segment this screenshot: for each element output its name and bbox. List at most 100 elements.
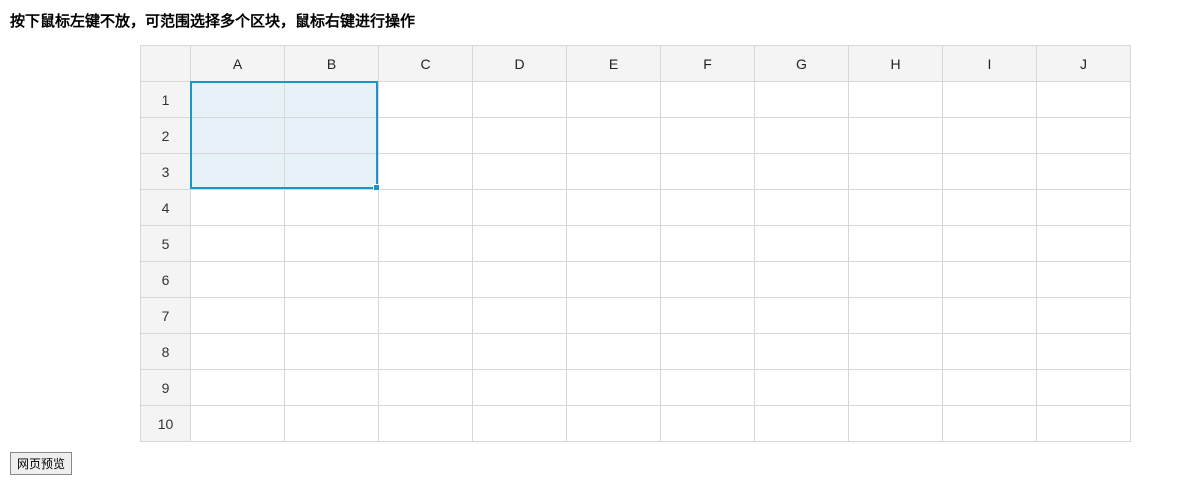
cell-C8[interactable]: [379, 334, 473, 370]
cell-E2[interactable]: [567, 118, 661, 154]
web-preview-button[interactable]: 网页预览: [10, 452, 72, 475]
cell-C7[interactable]: [379, 298, 473, 334]
cell-A4[interactable]: [191, 190, 285, 226]
cell-C1[interactable]: [379, 82, 473, 118]
cell-F8[interactable]: [661, 334, 755, 370]
cell-A1[interactable]: [191, 82, 285, 118]
cell-E10[interactable]: [567, 406, 661, 442]
cell-J5[interactable]: [1037, 226, 1131, 262]
cell-H10[interactable]: [849, 406, 943, 442]
cell-B5[interactable]: [285, 226, 379, 262]
cell-B10[interactable]: [285, 406, 379, 442]
cell-G8[interactable]: [755, 334, 849, 370]
cell-G2[interactable]: [755, 118, 849, 154]
col-header-B[interactable]: B: [285, 46, 379, 82]
col-header-D[interactable]: D: [473, 46, 567, 82]
cell-I2[interactable]: [943, 118, 1037, 154]
cell-G7[interactable]: [755, 298, 849, 334]
cell-I10[interactable]: [943, 406, 1037, 442]
col-header-A[interactable]: A: [191, 46, 285, 82]
row-header-1[interactable]: 1: [141, 82, 191, 118]
cell-E1[interactable]: [567, 82, 661, 118]
cell-I8[interactable]: [943, 334, 1037, 370]
cell-B8[interactable]: [285, 334, 379, 370]
cell-E3[interactable]: [567, 154, 661, 190]
cell-D8[interactable]: [473, 334, 567, 370]
cell-J4[interactable]: [1037, 190, 1131, 226]
cell-F5[interactable]: [661, 226, 755, 262]
cell-D1[interactable]: [473, 82, 567, 118]
row-header-6[interactable]: 6: [141, 262, 191, 298]
cell-C3[interactable]: [379, 154, 473, 190]
cell-F6[interactable]: [661, 262, 755, 298]
col-header-J[interactable]: J: [1037, 46, 1131, 82]
cell-A6[interactable]: [191, 262, 285, 298]
cell-G1[interactable]: [755, 82, 849, 118]
cell-I3[interactable]: [943, 154, 1037, 190]
cell-G5[interactable]: [755, 226, 849, 262]
cell-J2[interactable]: [1037, 118, 1131, 154]
cell-H1[interactable]: [849, 82, 943, 118]
cell-D7[interactable]: [473, 298, 567, 334]
cell-G6[interactable]: [755, 262, 849, 298]
cell-B6[interactable]: [285, 262, 379, 298]
cell-J7[interactable]: [1037, 298, 1131, 334]
cell-I6[interactable]: [943, 262, 1037, 298]
col-header-G[interactable]: G: [755, 46, 849, 82]
row-header-8[interactable]: 8: [141, 334, 191, 370]
spreadsheet-grid[interactable]: A B C D E F G H I J 12345678910: [140, 45, 1131, 442]
cell-F3[interactable]: [661, 154, 755, 190]
row-header-3[interactable]: 3: [141, 154, 191, 190]
cell-I9[interactable]: [943, 370, 1037, 406]
cell-G4[interactable]: [755, 190, 849, 226]
cell-H9[interactable]: [849, 370, 943, 406]
row-header-10[interactable]: 10: [141, 406, 191, 442]
cell-F1[interactable]: [661, 82, 755, 118]
cell-J6[interactable]: [1037, 262, 1131, 298]
cell-A3[interactable]: [191, 154, 285, 190]
cell-B3[interactable]: [285, 154, 379, 190]
cell-D5[interactable]: [473, 226, 567, 262]
cell-F7[interactable]: [661, 298, 755, 334]
cell-H2[interactable]: [849, 118, 943, 154]
col-header-F[interactable]: F: [661, 46, 755, 82]
cell-E9[interactable]: [567, 370, 661, 406]
cell-G9[interactable]: [755, 370, 849, 406]
fill-handle[interactable]: [373, 184, 380, 191]
col-header-C[interactable]: C: [379, 46, 473, 82]
cell-B4[interactable]: [285, 190, 379, 226]
cell-E4[interactable]: [567, 190, 661, 226]
corner-cell[interactable]: [141, 46, 191, 82]
cell-D2[interactable]: [473, 118, 567, 154]
cell-F2[interactable]: [661, 118, 755, 154]
cell-I1[interactable]: [943, 82, 1037, 118]
col-header-E[interactable]: E: [567, 46, 661, 82]
cell-H6[interactable]: [849, 262, 943, 298]
cell-D10[interactable]: [473, 406, 567, 442]
cell-E5[interactable]: [567, 226, 661, 262]
cell-A5[interactable]: [191, 226, 285, 262]
cell-B1[interactable]: [285, 82, 379, 118]
cell-H4[interactable]: [849, 190, 943, 226]
cell-J10[interactable]: [1037, 406, 1131, 442]
cell-H7[interactable]: [849, 298, 943, 334]
cell-D4[interactable]: [473, 190, 567, 226]
cell-E8[interactable]: [567, 334, 661, 370]
cell-F9[interactable]: [661, 370, 755, 406]
cell-F4[interactable]: [661, 190, 755, 226]
cell-C9[interactable]: [379, 370, 473, 406]
col-header-I[interactable]: I: [943, 46, 1037, 82]
cell-A2[interactable]: [191, 118, 285, 154]
cell-B9[interactable]: [285, 370, 379, 406]
cell-A8[interactable]: [191, 334, 285, 370]
cell-J8[interactable]: [1037, 334, 1131, 370]
cell-A7[interactable]: [191, 298, 285, 334]
cell-H3[interactable]: [849, 154, 943, 190]
cell-G10[interactable]: [755, 406, 849, 442]
cell-A9[interactable]: [191, 370, 285, 406]
cell-G3[interactable]: [755, 154, 849, 190]
cell-C5[interactable]: [379, 226, 473, 262]
row-header-4[interactable]: 4: [141, 190, 191, 226]
cell-H5[interactable]: [849, 226, 943, 262]
cell-J3[interactable]: [1037, 154, 1131, 190]
